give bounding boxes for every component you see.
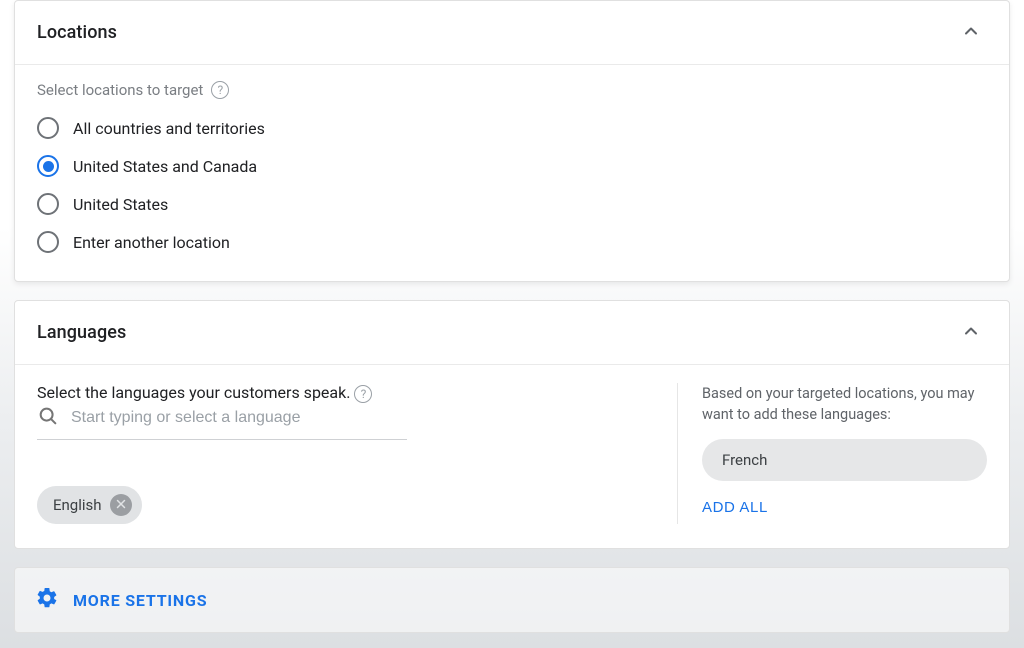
location-option-other[interactable]: Enter another location xyxy=(37,223,987,261)
languages-card: Languages Select the languages your cust… xyxy=(14,300,1010,549)
chevron-up-icon xyxy=(961,329,981,344)
languages-hint: Select the languages your customers spea… xyxy=(37,383,657,403)
help-icon[interactable]: ? xyxy=(354,385,372,403)
remove-language-button[interactable] xyxy=(110,494,132,516)
locations-hint: Select locations to target ? xyxy=(37,81,987,99)
language-search-input[interactable] xyxy=(69,408,407,428)
location-option-all[interactable]: All countries and territories xyxy=(37,109,987,147)
radio-icon xyxy=(37,155,59,177)
language-chip-label: English xyxy=(53,496,102,514)
suggested-language-chip[interactable]: French xyxy=(702,439,987,481)
languages-body: Select the languages your customers spea… xyxy=(15,365,1009,548)
location-option-label: Enter another location xyxy=(73,233,230,252)
locations-card: Locations Select locations to target ? A… xyxy=(14,0,1010,282)
locations-hint-text: Select locations to target xyxy=(37,81,203,99)
locations-title: Locations xyxy=(37,22,117,43)
location-option-us[interactable]: United States xyxy=(37,185,987,223)
help-icon[interactable]: ? xyxy=(211,81,229,99)
close-icon xyxy=(115,498,127,513)
radio-icon xyxy=(37,117,59,139)
collapse-locations-button[interactable] xyxy=(955,15,987,50)
search-icon xyxy=(37,405,59,431)
radio-icon xyxy=(37,193,59,215)
locations-header: Locations xyxy=(15,1,1009,64)
location-option-label: United States and Canada xyxy=(73,157,257,176)
languages-header: Languages xyxy=(15,301,1009,364)
add-all-button[interactable]: ADD ALL xyxy=(702,499,768,516)
gear-icon xyxy=(35,586,59,614)
location-option-label: United States xyxy=(73,195,168,214)
suggestions-intro: Based on your targeted locations, you ma… xyxy=(702,383,987,425)
suggested-language-label: French xyxy=(722,451,767,469)
collapse-languages-button[interactable] xyxy=(955,315,987,350)
more-settings-row[interactable]: MORE SETTINGS xyxy=(14,567,1010,633)
location-option-label: All countries and territories xyxy=(73,119,265,138)
locations-body: Select locations to target ? All countri… xyxy=(15,65,1009,281)
languages-hint-text: Select the languages your customers spea… xyxy=(37,383,350,402)
location-option-us-canada[interactable]: United States and Canada xyxy=(37,147,987,185)
languages-title: Languages xyxy=(37,322,126,343)
radio-icon xyxy=(37,231,59,253)
languages-suggestions-pane: Based on your targeted locations, you ma… xyxy=(677,383,987,524)
languages-left-pane: Select the languages your customers spea… xyxy=(37,383,677,524)
language-chip-english: English xyxy=(37,486,142,524)
selected-languages: English xyxy=(37,486,657,524)
chevron-up-icon xyxy=(961,29,981,44)
language-search-row xyxy=(37,403,407,440)
more-settings-label: MORE SETTINGS xyxy=(73,591,207,610)
